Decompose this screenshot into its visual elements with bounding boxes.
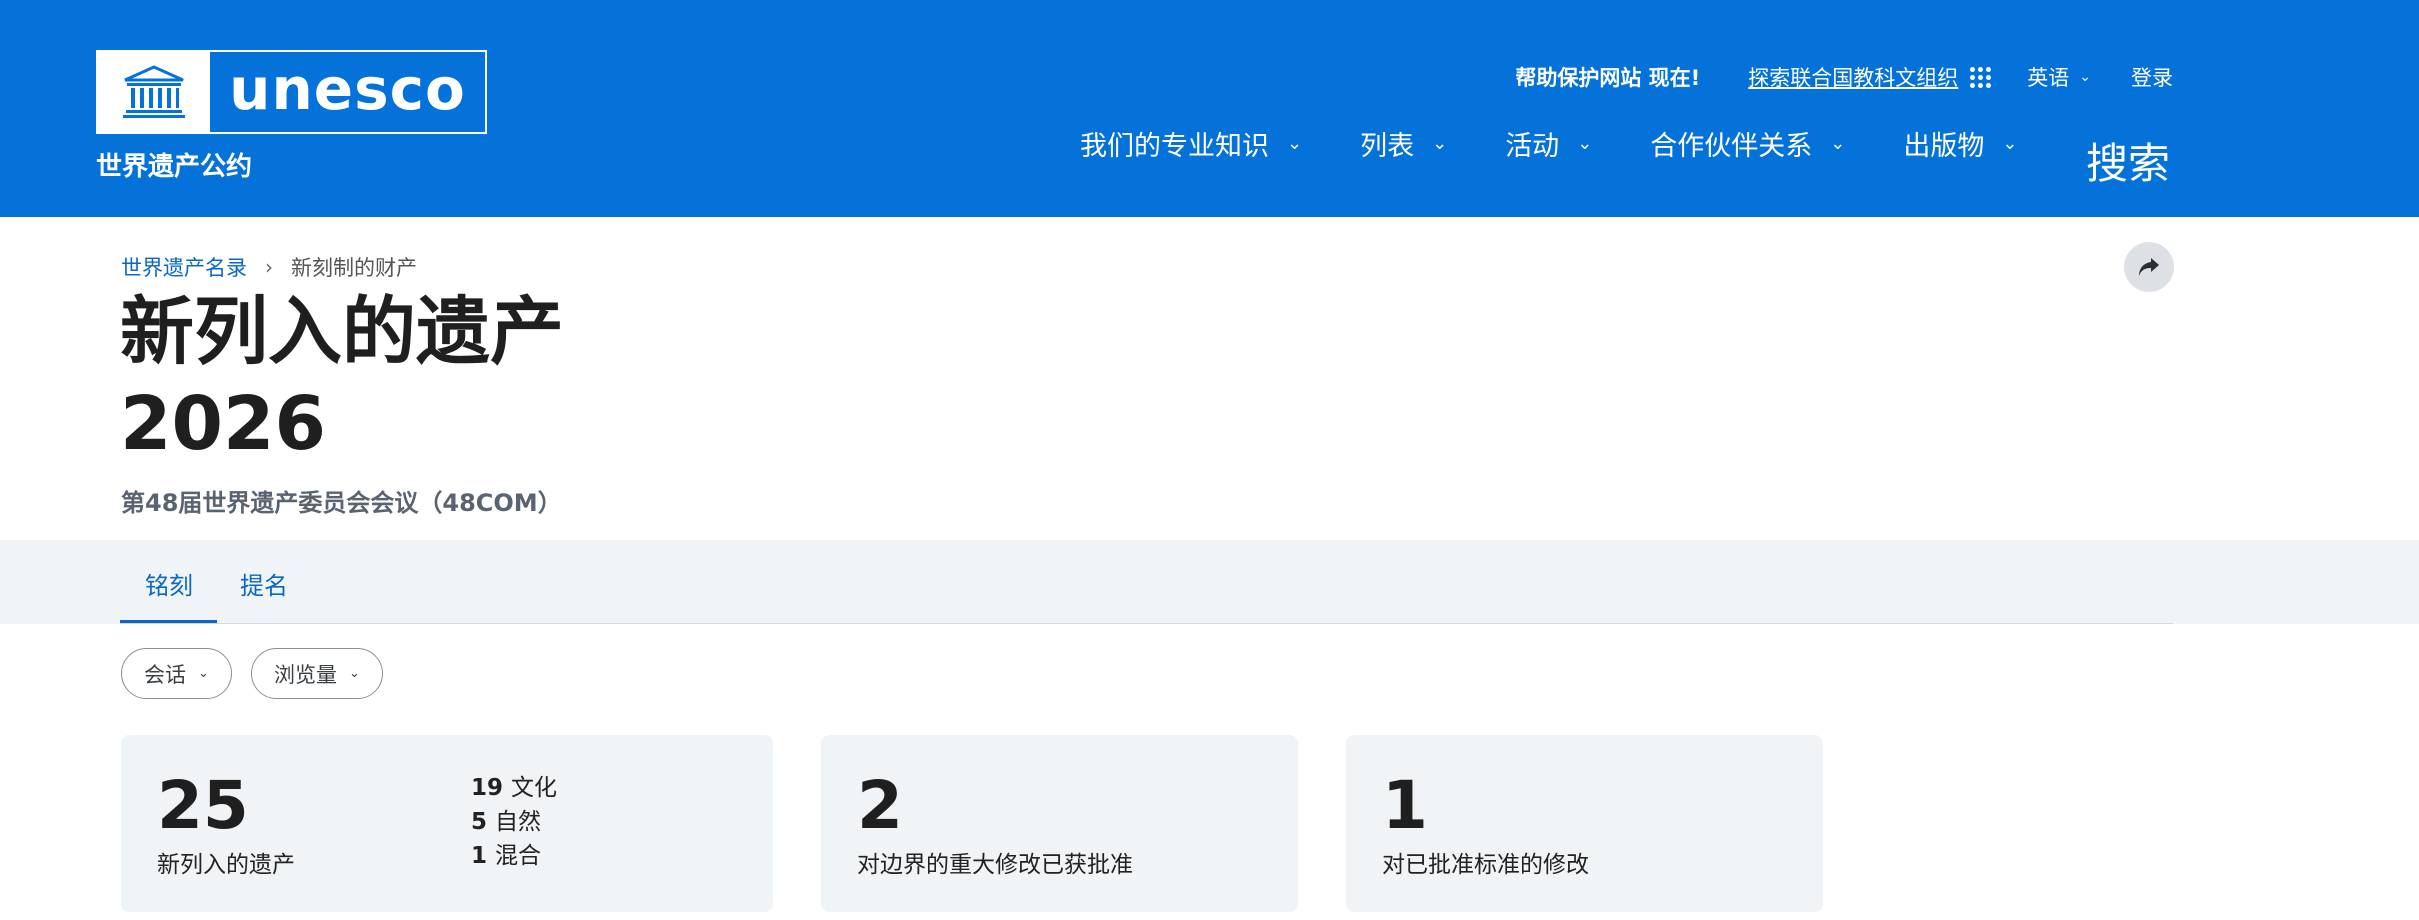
grid-dots-icon[interactable] (1970, 66, 1992, 88)
temple-emblem-icon (98, 52, 210, 132)
stat-card-boundary: 2 对边界的重大修改已获批准 (821, 735, 1298, 912)
tab-divider (120, 623, 2173, 624)
views-filter-dropdown[interactable]: 浏览量 ⌄ (251, 648, 383, 699)
stat-card-criteria: 1 对已批准标准的修改 (1346, 735, 1823, 912)
main-nav: 我们的专业知识 ⌄ 列表 ⌄ 活动 ⌄ 合作伙伴关系 ⌄ 出版物 ⌄ (1080, 124, 2075, 163)
search-button[interactable]: 搜索 (2086, 130, 2170, 191)
nav-item-partnerships[interactable]: 合作伙伴关系 ⌄ (1650, 124, 1845, 163)
stat-label: 对边界的重大修改已获批准 (857, 852, 1133, 878)
tab-nominations[interactable]: 提名 (240, 566, 288, 601)
chevron-right-icon: › (265, 255, 273, 279)
chevron-down-icon: ⌄ (1577, 133, 1593, 154)
nav-item-label: 合作伙伴关系 (1650, 131, 1813, 162)
active-tab-indicator (120, 620, 217, 623)
breakdown-count: 5 (471, 809, 488, 835)
breadcrumb-parent-link[interactable]: 世界遗产名录 (121, 252, 247, 282)
site-header: unesco 世界遗产公约 帮助保护网站 现在! 探索联合国教科文组织 英语 ⌄… (0, 0, 2419, 217)
page-title: 新列入的遗产 2026 (120, 286, 564, 470)
breakdown-natural: 5 自然 (471, 805, 557, 839)
logo-wordmark: unesco (229, 55, 466, 123)
explore-unesco-link[interactable]: 探索联合国教科文组织 (1748, 62, 1958, 92)
chevron-down-icon: ⌄ (2079, 69, 2091, 85)
chevron-down-icon: ⌄ (1830, 133, 1846, 154)
chevron-down-icon: ⌄ (198, 666, 209, 681)
nav-item-expertise[interactable]: 我们的专业知识 ⌄ (1080, 124, 1302, 163)
breadcrumb-current: 新刻制的财产 (291, 256, 417, 280)
tab-inscriptions[interactable]: 铭刻 (145, 566, 193, 601)
stat-value: 25 (157, 767, 249, 844)
unesco-logo[interactable]: unesco (96, 50, 487, 134)
breakdown-label: 混合 (495, 843, 542, 869)
stat-value: 1 (1382, 767, 1428, 844)
share-arrow-icon (2139, 258, 2159, 276)
filter-label: 会话 (144, 662, 186, 687)
chevron-down-icon: ⌄ (2002, 133, 2018, 154)
nav-item-label: 活动 (1505, 131, 1560, 162)
breakdown-label: 自然 (495, 809, 542, 835)
stat-card-inscribed: 25 新列入的遗产 19 文化 5 自然 1 混合 (121, 735, 773, 912)
category-breakdown: 19 文化 5 自然 1 混合 (471, 771, 557, 873)
utility-bar: 帮助保护网站 现在! 探索联合国教科文组织 英语 ⌄ 登录 (1515, 62, 2173, 92)
breakdown-label: 文化 (511, 775, 558, 801)
chevron-down-icon: ⌄ (349, 666, 360, 681)
nav-item-label: 我们的专业知识 (1080, 131, 1269, 162)
chevron-down-icon: ⌄ (1432, 133, 1448, 154)
breakdown-cultural: 19 文化 (471, 771, 557, 805)
breakdown-mixed: 1 混合 (471, 839, 557, 873)
nav-item-label: 列表 (1360, 131, 1415, 162)
breakdown-count: 19 (471, 775, 504, 801)
session-filter-dropdown[interactable]: 会话 ⌄ (121, 648, 232, 699)
nav-item-publications[interactable]: 出版物 ⌄ (1903, 124, 2017, 163)
stat-label: 对已批准标准的修改 (1382, 852, 1589, 878)
filter-label: 浏览量 (274, 662, 337, 687)
stat-value: 2 (857, 767, 903, 844)
nav-item-lists[interactable]: 列表 ⌄ (1360, 124, 1447, 163)
login-link[interactable]: 登录 (2131, 62, 2173, 92)
stat-label: 新列入的遗产 (157, 852, 295, 878)
convention-subtitle[interactable]: 世界遗产公约 (96, 146, 252, 183)
language-selector[interactable]: 英语 (2027, 62, 2069, 92)
page-title-line1: 新列入的遗产 (120, 289, 564, 375)
nav-item-activities[interactable]: 活动 ⌄ (1505, 124, 1592, 163)
tab-strip (0, 540, 2419, 624)
chevron-down-icon: ⌄ (1287, 133, 1303, 154)
breadcrumb: 世界遗产名录 › 新刻制的财产 (121, 252, 417, 282)
breakdown-count: 1 (471, 843, 488, 869)
session-subtitle: 第48届世界遗产委员会会议（48COM） (121, 489, 562, 517)
nav-item-label: 出版物 (1903, 131, 1985, 162)
page-title-year: 2026 (120, 381, 326, 467)
help-protect-link[interactable]: 帮助保护网站 现在! (1515, 62, 1700, 92)
share-button[interactable] (2124, 242, 2174, 292)
